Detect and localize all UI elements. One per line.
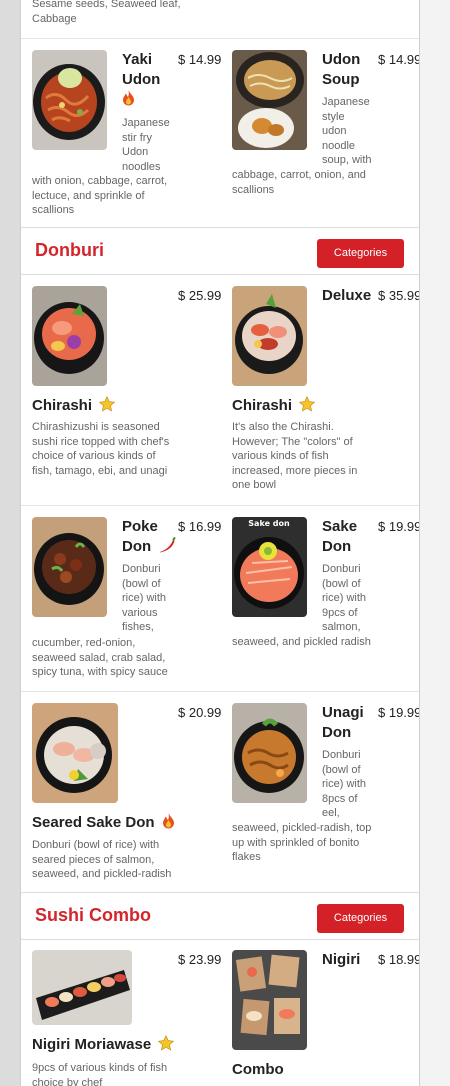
menu-page: Sesame seeds, Seaweed leaf, Cabbage Yaki… xyxy=(20,0,420,1086)
item-description-cont: cabbage, carrot, onion, and scallions xyxy=(232,169,366,196)
section-header-donburi: Donburi Categories xyxy=(21,227,419,275)
menu-item-yaki-udon[interactable]: Yaki Udon $ 14.99 Japanese stir fry Udon… xyxy=(32,50,222,225)
divider xyxy=(21,691,419,692)
page-gutter-right xyxy=(420,0,450,1086)
item-name: Chirashi xyxy=(32,396,116,418)
item-description-cont: seaweed, pickled-radish, top up with spr… xyxy=(232,822,372,864)
prev-item-description: Sesame seeds, Seaweed leaf, Cabbage xyxy=(32,0,181,25)
item-description: Donburi (bowl of rice) with various fish… xyxy=(122,563,167,634)
menu-item-nigiri-combo[interactable]: Nigiri $ 18.99 Combo xyxy=(232,950,420,1086)
nigiri-moriawase-image xyxy=(32,950,132,1025)
item-description: Donburi (bowl of rice) with seared piece… xyxy=(32,839,172,881)
item-name: Yaki Udon xyxy=(122,50,172,112)
item-price: $ 19.99 xyxy=(378,519,420,534)
star-icon xyxy=(99,396,116,418)
item-description: Donburi (bowl of rice) with 8pcs of eel, xyxy=(322,749,367,820)
seared-sake-don-image xyxy=(32,703,118,803)
item-description-cont: cucumber, red-onion, seaweed salad, crab… xyxy=(32,637,168,679)
item-name: Seared Sake Don xyxy=(32,813,175,835)
item-name: Chirashi xyxy=(232,396,316,418)
udon-soup-image xyxy=(232,50,307,150)
item-description: Chirashizushi is seasoned sushi rice top… xyxy=(32,421,170,477)
menu-item-poke-don[interactable]: Poke Don $ 16.99 Donburi (bowl of rice) … xyxy=(32,517,222,682)
chili-icon xyxy=(158,536,177,559)
menu-item-sake-don[interactable]: Sake don Sake Don $ 19.99 Donburi (bowl … xyxy=(232,517,420,682)
poke-don-image xyxy=(32,517,107,617)
divider xyxy=(21,38,419,39)
item-name-top: Deluxe xyxy=(322,287,372,304)
item-name: Combo xyxy=(232,1061,284,1078)
fire-icon xyxy=(162,813,175,835)
nigiri-combo-image xyxy=(232,950,307,1050)
fire-icon xyxy=(122,90,135,112)
sake-don-image: Sake don xyxy=(232,517,307,617)
chirashi-image xyxy=(32,286,107,386)
item-description: Japanese style udon noodle soup, with xyxy=(322,96,372,167)
item-description-cont: with onion, cabbage, carrot, lectuce, an… xyxy=(32,175,168,217)
item-description: 9pcs of various kinds of fish choice by … xyxy=(32,1062,168,1086)
item-description: Donburi (bowl of rice) with 9pcs of salm… xyxy=(322,563,367,634)
item-price: $ 18.99 xyxy=(378,952,420,967)
menu-item-udon-soup[interactable]: Udon Soup $ 14.99 Japanese style udon no… xyxy=(232,50,420,225)
unagi-don-image xyxy=(232,703,307,803)
item-name: Sake Don xyxy=(322,518,358,555)
item-price: $ 19.99 xyxy=(378,705,420,720)
menu-item-nigiri-moriawase[interactable]: $ 23.99 Nigiri Moriawase 9pcs of various… xyxy=(32,950,222,1086)
section-header-sushi-combo: Sushi Combo Categories xyxy=(21,892,419,940)
section-title: Donburi xyxy=(35,240,104,260)
categories-button[interactable]: Categories xyxy=(317,239,404,268)
item-price: $ 16.99 xyxy=(178,519,222,534)
item-price: $ 14.99 xyxy=(378,52,420,67)
item-name: Nigiri Moriawase xyxy=(32,1035,175,1057)
item-name: Poke Don xyxy=(122,517,182,559)
item-price: $ 20.99 xyxy=(178,705,222,720)
item-price: $ 23.99 xyxy=(178,952,222,967)
item-price: $ 25.99 xyxy=(178,288,222,303)
item-description: Japanese stir fry Udon noodles xyxy=(122,117,170,173)
star-icon xyxy=(158,1035,175,1057)
categories-button[interactable]: Categories xyxy=(317,904,404,933)
deluxe-chirashi-image xyxy=(232,286,307,386)
menu-item-deluxe-chirashi[interactable]: Deluxe $ 35.99 Chirashi It's also the Ch… xyxy=(232,286,420,496)
divider xyxy=(21,505,419,506)
item-name: Unagi Don xyxy=(322,704,364,741)
item-description: It's also the Chirashi. However; The "co… xyxy=(232,421,358,492)
item-name-top: Nigiri xyxy=(322,951,361,968)
item-description-cont: seaweed, and pickled radish xyxy=(232,636,371,648)
yaki-udon-image xyxy=(32,50,107,150)
menu-item-chirashi[interactable]: $ 25.99 Chirashi Chirashizushi is season… xyxy=(32,286,222,496)
menu-item-seared-sake-don[interactable]: $ 20.99 Seared Sake Don Donburi (bowl of… xyxy=(32,703,222,888)
section-title: Sushi Combo xyxy=(35,905,151,925)
menu-item-unagi-don[interactable]: Unagi Don $ 19.99 Donburi (bowl of rice)… xyxy=(232,703,420,888)
item-name: Udon Soup xyxy=(322,51,361,88)
item-price: $ 35.99 xyxy=(378,288,420,303)
image-caption: Sake don xyxy=(248,519,290,528)
item-price: $ 14.99 xyxy=(178,52,222,67)
star-icon xyxy=(299,396,316,418)
